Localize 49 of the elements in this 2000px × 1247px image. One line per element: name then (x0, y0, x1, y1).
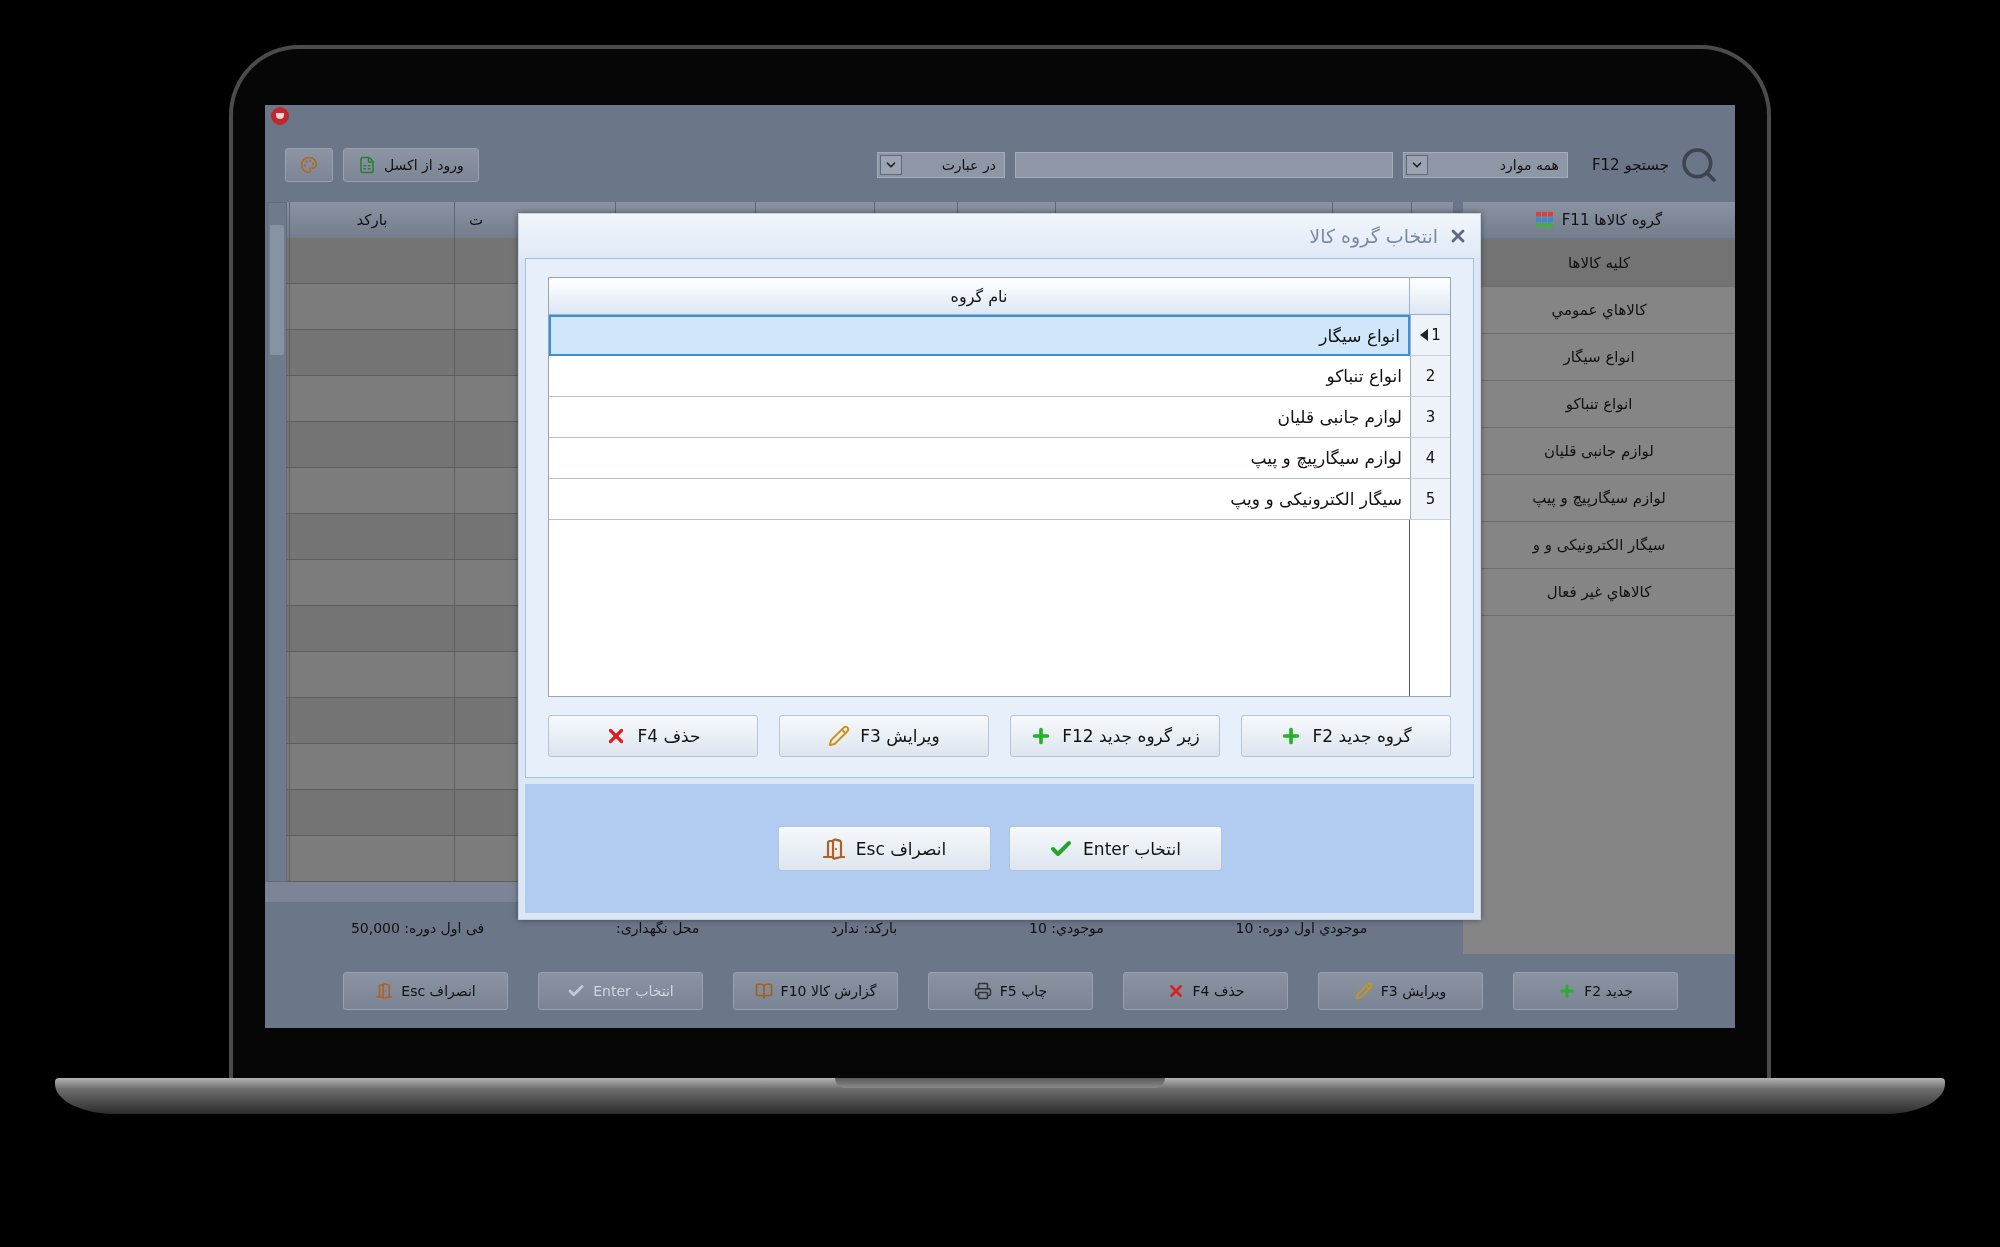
toolbar-button[interactable]: حذف F4 (1123, 972, 1288, 1010)
toolbar-button[interactable]: انصراف Esc (343, 972, 508, 1010)
row-number: 2 (1410, 356, 1450, 397)
row-number: 5 (1410, 479, 1450, 520)
detail-text: بارکد: ندارد (831, 920, 898, 936)
match-dropdown[interactable]: در عبارت (876, 151, 1005, 178)
palette-button[interactable] (285, 147, 333, 182)
toolbar-button[interactable]: چاپ F5 (928, 972, 1093, 1010)
door-icon (375, 982, 394, 1000)
plus-icon (1558, 982, 1577, 1000)
caret-icon (879, 154, 902, 175)
dialog-button[interactable]: حذف F4 (548, 715, 758, 757)
spreadsheet-icon (358, 155, 376, 174)
scope-dropdown[interactable]: همه موارد (1402, 151, 1568, 178)
toolbar-button[interactable]: ویرایش F3 (1318, 972, 1483, 1010)
scrollbar[interactable] (267, 202, 287, 882)
dialog-button[interactable]: انتخاب Enter (1008, 826, 1222, 871)
detail-text: موجودي: 10 (1029, 920, 1104, 936)
detail-text: فی اول دوره: 50,000 (350, 920, 485, 936)
detail-text: محل نگهداری: (615, 920, 700, 936)
row-number: 3 (1410, 397, 1450, 438)
dialog-button[interactable]: ویرایش F3 (779, 715, 989, 757)
dialog-button[interactable]: گروه جدید F2 (1241, 715, 1451, 757)
pencil-icon (828, 725, 851, 747)
dialog-title: انتخاب گروه کالا (1309, 225, 1438, 247)
row-indicator-icon (1420, 329, 1429, 341)
column-header[interactable]: نام گروه (950, 286, 1008, 306)
row-number: 1 (1410, 315, 1450, 356)
pencil-icon (1354, 982, 1373, 1000)
search-label: جستجو F12 (1591, 155, 1669, 174)
column-header[interactable]: بارکد (356, 211, 388, 229)
app-icon (271, 107, 289, 125)
dialog-button[interactable]: انصراف Esc (777, 826, 991, 871)
palette-icon (300, 155, 318, 174)
caret-icon (1405, 154, 1428, 175)
detail-text: موجودي اول دوره: 10 (1235, 920, 1368, 936)
dialog-button[interactable]: زیر گروه جدید F12 (1010, 715, 1220, 757)
toolbar-button[interactable]: جدید F2 (1513, 972, 1678, 1010)
toolbar-button[interactable]: گزارش کالا F10 (733, 972, 898, 1010)
book-icon (754, 982, 773, 1000)
grid-icon (1535, 212, 1554, 228)
sidebar-title: گروه کالاها F11 (1561, 211, 1663, 229)
import-button[interactable]: ورود از اکسل (343, 147, 479, 182)
row-number: 4 (1410, 438, 1450, 479)
group-row[interactable]: انواع سیگار (549, 315, 1410, 356)
search-field[interactable] (1014, 151, 1393, 178)
column-header[interactable]: ت (469, 211, 484, 229)
printer-icon (973, 982, 992, 1000)
door-icon (821, 836, 846, 861)
